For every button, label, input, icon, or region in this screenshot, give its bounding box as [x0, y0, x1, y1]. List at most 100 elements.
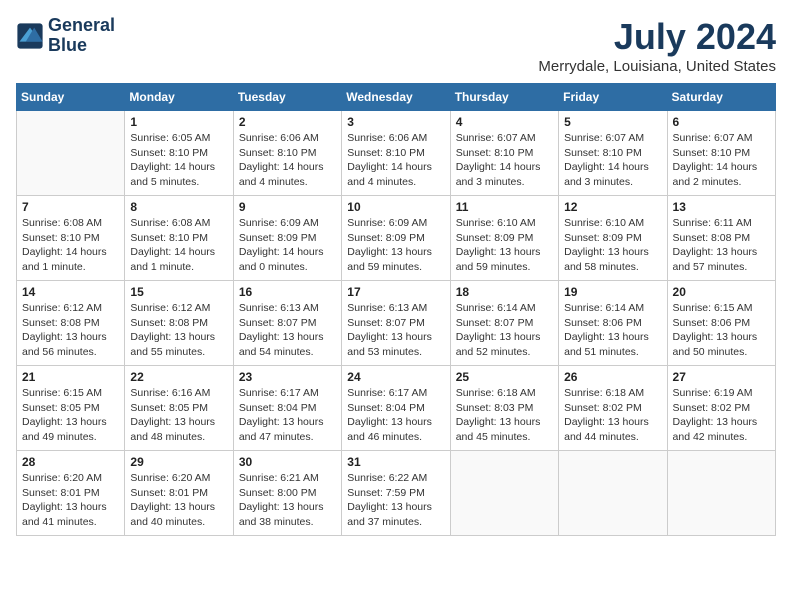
col-tuesday: Tuesday [233, 84, 341, 111]
day-number: 19 [564, 285, 661, 299]
calendar-cell: 7Sunrise: 6:08 AMSunset: 8:10 PMDaylight… [17, 196, 125, 281]
day-info: Sunrise: 6:09 AMSunset: 8:09 PMDaylight:… [239, 216, 336, 275]
calendar-cell: 18 Sunrise: 6:14 AMSunset: 8:07 PMDayligh… [450, 281, 558, 366]
page-header: General Blue July 2024 Merrydale, Louisi… [16, 16, 776, 75]
day-info: Sunrise: 6:10 AMSunset: 8:09 PMDaylight:… [456, 216, 553, 275]
day-number: 15 [130, 285, 227, 299]
calendar-cell: 16 Sunrise: 6:13 AMSunset: 8:07 PMDayligh… [233, 281, 341, 366]
day-info: Sunrise: 6:08 AMSunset: 8:10 PMDaylight:… [130, 216, 227, 275]
day-info: Sunrise: 6:07 AMSunset: 8:10 PMDaylight:… [456, 131, 553, 190]
week-row-1: 1 Sunrise: 6:05 AMSunset: 8:10 PMDaylight… [17, 111, 776, 196]
day-info: Sunrise: 6:20 AMSunset: 8:01 PMDaylight:… [130, 471, 227, 530]
calendar-cell: 20 Sunrise: 6:15 AMSunset: 8:06 PMDayligh… [667, 281, 775, 366]
calendar-cell: 14Sunrise: 6:12 AMSunset: 8:08 PMDayligh… [17, 281, 125, 366]
calendar-cell: 17 Sunrise: 6:13 AMSunset: 8:07 PMDayligh… [342, 281, 450, 366]
calendar-cell: 24 Sunrise: 6:17 AMSunset: 8:04 PMDayligh… [342, 366, 450, 451]
logo-text: General Blue [48, 16, 115, 56]
day-number: 28 [22, 455, 119, 469]
calendar-cell [17, 111, 125, 196]
day-info: Sunrise: 6:21 AMSunset: 8:00 PMDaylight:… [239, 471, 336, 530]
day-number: 9 [239, 200, 336, 214]
day-number: 1 [130, 115, 227, 129]
day-number: 27 [673, 370, 770, 384]
calendar-cell: 8 Sunrise: 6:08 AMSunset: 8:10 PMDaylight… [125, 196, 233, 281]
col-sunday: Sunday [17, 84, 125, 111]
day-info: Sunrise: 6:17 AMSunset: 8:04 PMDaylight:… [347, 386, 444, 445]
day-number: 20 [673, 285, 770, 299]
calendar-cell: 19Sunrise: 6:14 AMSunset: 8:06 PMDayligh… [559, 281, 667, 366]
month-year-title: July 2024 [538, 16, 776, 58]
calendar-cell: 13 Sunrise: 6:11 AMSunset: 8:08 PMDayligh… [667, 196, 775, 281]
day-info: Sunrise: 6:06 AMSunset: 8:10 PMDaylight:… [239, 131, 336, 190]
col-thursday: Thursday [450, 84, 558, 111]
day-number: 17 [347, 285, 444, 299]
calendar-cell: 12 Sunrise: 6:10 AMSunset: 8:09 PMDayligh… [559, 196, 667, 281]
day-info: Sunrise: 6:22 AMSunset: 7:59 PMDaylight:… [347, 471, 444, 530]
calendar-cell: 21Sunrise: 6:15 AMSunset: 8:05 PMDayligh… [17, 366, 125, 451]
day-number: 10 [347, 200, 444, 214]
day-number: 26 [564, 370, 661, 384]
calendar-cell: 29 Sunrise: 6:20 AMSunset: 8:01 PMDayligh… [125, 451, 233, 536]
day-number: 25 [456, 370, 553, 384]
day-info: Sunrise: 6:13 AMSunset: 8:07 PMDaylight:… [239, 301, 336, 360]
day-info: Sunrise: 6:18 AMSunset: 8:03 PMDaylight:… [456, 386, 553, 445]
calendar-cell: 25 Sunrise: 6:18 AMSunset: 8:03 PMDayligh… [450, 366, 558, 451]
calendar-cell: 6 Sunrise: 6:07 AMSunset: 8:10 PMDaylight… [667, 111, 775, 196]
day-info: Sunrise: 6:06 AMSunset: 8:10 PMDaylight:… [347, 131, 444, 190]
logo-icon [16, 22, 44, 50]
calendar-cell: 4 Sunrise: 6:07 AMSunset: 8:10 PMDaylight… [450, 111, 558, 196]
day-info: Sunrise: 6:07 AMSunset: 8:10 PMDaylight:… [673, 131, 770, 190]
calendar-cell: 23Sunrise: 6:17 AMSunset: 8:04 PMDayligh… [233, 366, 341, 451]
day-info: Sunrise: 6:12 AMSunset: 8:08 PMDaylight:… [22, 301, 119, 360]
day-info: Sunrise: 6:05 AMSunset: 8:10 PMDaylight:… [130, 131, 227, 190]
day-number: 8 [130, 200, 227, 214]
title-section: July 2024 Merrydale, Louisiana, United S… [538, 16, 776, 75]
calendar-cell: 30 Sunrise: 6:21 AMSunset: 8:00 PMDayligh… [233, 451, 341, 536]
calendar-cell [667, 451, 775, 536]
day-number: 29 [130, 455, 227, 469]
col-saturday: Saturday [667, 84, 775, 111]
calendar-cell: 2 Sunrise: 6:06 AMSunset: 8:10 PMDaylight… [233, 111, 341, 196]
day-info: Sunrise: 6:16 AMSunset: 8:05 PMDaylight:… [130, 386, 227, 445]
logo: General Blue [16, 16, 115, 56]
day-number: 13 [673, 200, 770, 214]
day-number: 16 [239, 285, 336, 299]
day-number: 12 [564, 200, 661, 214]
day-info: Sunrise: 6:10 AMSunset: 8:09 PMDaylight:… [564, 216, 661, 275]
calendar-cell: 9 Sunrise: 6:09 AMSunset: 8:09 PMDaylight… [233, 196, 341, 281]
day-info: Sunrise: 6:11 AMSunset: 8:08 PMDaylight:… [673, 216, 770, 275]
day-number: 22 [130, 370, 227, 384]
day-number: 4 [456, 115, 553, 129]
calendar-cell: 28 Sunrise: 6:20 AMSunset: 8:01 PMDayligh… [17, 451, 125, 536]
day-number: 5 [564, 115, 661, 129]
week-row-4: 21Sunrise: 6:15 AMSunset: 8:05 PMDayligh… [17, 366, 776, 451]
day-info: Sunrise: 6:15 AMSunset: 8:05 PMDaylight:… [22, 386, 119, 445]
day-info: Sunrise: 6:12 AMSunset: 8:08 PMDaylight:… [130, 301, 227, 360]
day-number: 3 [347, 115, 444, 129]
calendar-cell: 1 Sunrise: 6:05 AMSunset: 8:10 PMDaylight… [125, 111, 233, 196]
day-info: Sunrise: 6:14 AMSunset: 8:07 PMDaylight:… [456, 301, 553, 360]
location-subtitle: Merrydale, Louisiana, United States [538, 58, 776, 75]
calendar-header-row: Sunday Monday Tuesday Wednesday Thursday… [17, 84, 776, 111]
day-info: Sunrise: 6:17 AMSunset: 8:04 PMDaylight:… [239, 386, 336, 445]
calendar-cell [450, 451, 558, 536]
day-number: 6 [673, 115, 770, 129]
day-number: 24 [347, 370, 444, 384]
day-number: 30 [239, 455, 336, 469]
calendar-cell: 26 Sunrise: 6:18 AMSunset: 8:02 PMDayligh… [559, 366, 667, 451]
calendar-cell: 15 Sunrise: 6:12 AMSunset: 8:08 PMDayligh… [125, 281, 233, 366]
day-info: Sunrise: 6:18 AMSunset: 8:02 PMDaylight:… [564, 386, 661, 445]
day-info: Sunrise: 6:19 AMSunset: 8:02 PMDaylight:… [673, 386, 770, 445]
day-info: Sunrise: 6:15 AMSunset: 8:06 PMDaylight:… [673, 301, 770, 360]
calendar-cell: 10 Sunrise: 6:09 AMSunset: 8:09 PMDayligh… [342, 196, 450, 281]
day-number: 18 [456, 285, 553, 299]
col-wednesday: Wednesday [342, 84, 450, 111]
week-row-2: 7Sunrise: 6:08 AMSunset: 8:10 PMDaylight… [17, 196, 776, 281]
day-info: Sunrise: 6:08 AMSunset: 8:10 PMDaylight:… [22, 216, 119, 275]
day-info: Sunrise: 6:13 AMSunset: 8:07 PMDaylight:… [347, 301, 444, 360]
day-info: Sunrise: 6:20 AMSunset: 8:01 PMDaylight:… [22, 471, 119, 530]
day-info: Sunrise: 6:09 AMSunset: 8:09 PMDaylight:… [347, 216, 444, 275]
calendar-cell: 27 Sunrise: 6:19 AMSunset: 8:02 PMDayligh… [667, 366, 775, 451]
col-friday: Friday [559, 84, 667, 111]
day-number: 2 [239, 115, 336, 129]
